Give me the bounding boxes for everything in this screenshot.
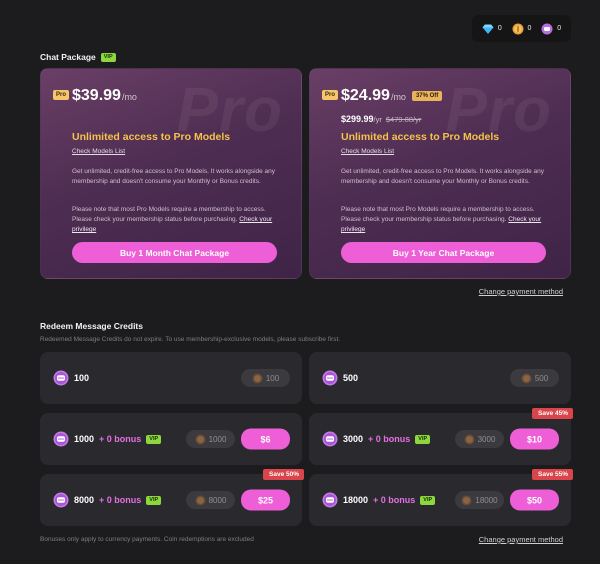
plan-headline: Unlimited access to Pro Models: [72, 131, 231, 143]
credit-pack-1000: 1000 + 0 bonus VIP 1000 $6: [40, 413, 302, 465]
check-models-link[interactable]: Check Models List: [341, 148, 394, 155]
coin-icon: [195, 434, 206, 444]
pro-badge: Pro: [53, 90, 70, 100]
buy-price-button[interactable]: $50: [510, 489, 559, 511]
yearly-price: $299.99/yr $479.88/yr: [341, 114, 422, 124]
original-price: $479.88/yr: [385, 115, 422, 124]
monthly-plan-card: Pro Pro $39.99 /mo Unlimited access to P…: [40, 68, 302, 279]
buy-price-button[interactable]: $25: [241, 489, 290, 511]
save-badge: Save 45%: [532, 408, 573, 419]
message-credit-icon: [322, 370, 338, 386]
credit-pack-8000: 8000 + 0 bonus VIP 8000 $25 Save 50%: [40, 469, 304, 526]
wallet-balance: 0 0 0: [472, 15, 571, 42]
redeem-coin-button[interactable]: 3000: [455, 430, 504, 448]
redeem-title: Redeem Message Credits: [40, 321, 143, 331]
coin-icon: [464, 434, 475, 444]
vip-badge: VIP: [420, 495, 436, 505]
pro-badge: Pro: [322, 90, 339, 100]
coin-icon: [521, 373, 532, 383]
redeem-coin-button[interactable]: 1000: [186, 430, 235, 448]
diamond-icon: [482, 24, 494, 34]
message-credit-icon: [53, 492, 69, 508]
gold-coin-balance: 0: [512, 23, 531, 35]
buy-price-button[interactable]: $10: [510, 428, 559, 450]
coin-icon: [461, 495, 472, 505]
chat-package-title: Chat Package VIP: [40, 52, 116, 62]
gold-coin-icon: [512, 23, 524, 34]
change-payment-method-link[interactable]: Change payment method: [479, 287, 563, 296]
plan-headline: Unlimited access to Pro Models: [341, 131, 500, 143]
check-models-link[interactable]: Check Models List: [72, 148, 125, 155]
vip-badge: VIP: [146, 495, 162, 505]
redeem-coin-button[interactable]: 500: [510, 369, 559, 387]
plan-note: Please note that most Pro Models require…: [72, 206, 273, 233]
coin-icon: [252, 373, 263, 383]
message-credit-icon: [541, 23, 553, 34]
plan-description: Get unlimited, credit-free access to Pro…: [72, 168, 276, 185]
credit-balance: 0: [541, 23, 561, 35]
vip-badge: VIP: [100, 52, 116, 62]
bonus-label: + 0 bonus: [99, 434, 142, 444]
yearly-monthly-price: $24.99 /mo 37% Off: [341, 87, 443, 105]
buy-monthly-button[interactable]: Buy 1 Month Chat Package: [72, 242, 277, 263]
message-credit-icon: [322, 431, 338, 447]
diamond-balance: 0: [482, 23, 502, 35]
plan-description: Get unlimited, credit-free access to Pro…: [341, 168, 545, 185]
redeem-subtitle: Redeemed Message Credits do not expire. …: [40, 336, 341, 343]
buy-price-button[interactable]: $6: [241, 428, 290, 450]
discount-badge: 37% Off: [411, 91, 443, 101]
change-payment-method-link[interactable]: Change payment method: [479, 535, 563, 544]
vip-badge: VIP: [415, 434, 431, 444]
bonus-label: + 0 bonus: [368, 434, 411, 444]
message-credit-icon: [53, 431, 69, 447]
bonus-label: + 0 bonus: [99, 495, 142, 505]
buy-yearly-button[interactable]: Buy 1 Year Chat Package: [341, 242, 546, 263]
save-badge: Save 50%: [263, 469, 304, 480]
credit-pack-500: 500 500: [309, 352, 571, 404]
message-credit-icon: [322, 492, 338, 508]
credit-pack-18000: 18000 + 0 bonus VIP 18000 $50 Save 55%: [309, 469, 573, 526]
plan-note: Please note that most Pro Models require…: [341, 206, 542, 233]
save-badge: Save 55%: [532, 469, 573, 480]
credit-pack-3000: 3000 + 0 bonus VIP 3000 $10 Save 45%: [309, 408, 573, 465]
redeem-coin-button[interactable]: 8000: [186, 491, 235, 509]
coin-icon: [195, 495, 206, 505]
message-credit-icon: [53, 370, 69, 386]
yearly-plan-card: Pro Pro $24.99 /mo 37% Off $299.99/yr $4…: [309, 68, 571, 279]
monthly-price: $39.99 /mo: [72, 87, 137, 104]
vip-badge: VIP: [146, 434, 162, 444]
redeem-coin-button[interactable]: 18000: [455, 491, 504, 509]
redeem-coin-button[interactable]: 100: [241, 369, 290, 387]
bonus-label: + 0 bonus: [373, 495, 416, 505]
bonus-footnote: Bonuses only apply to currency payments.…: [40, 536, 254, 543]
credit-pack-100: 100 100: [40, 352, 302, 404]
